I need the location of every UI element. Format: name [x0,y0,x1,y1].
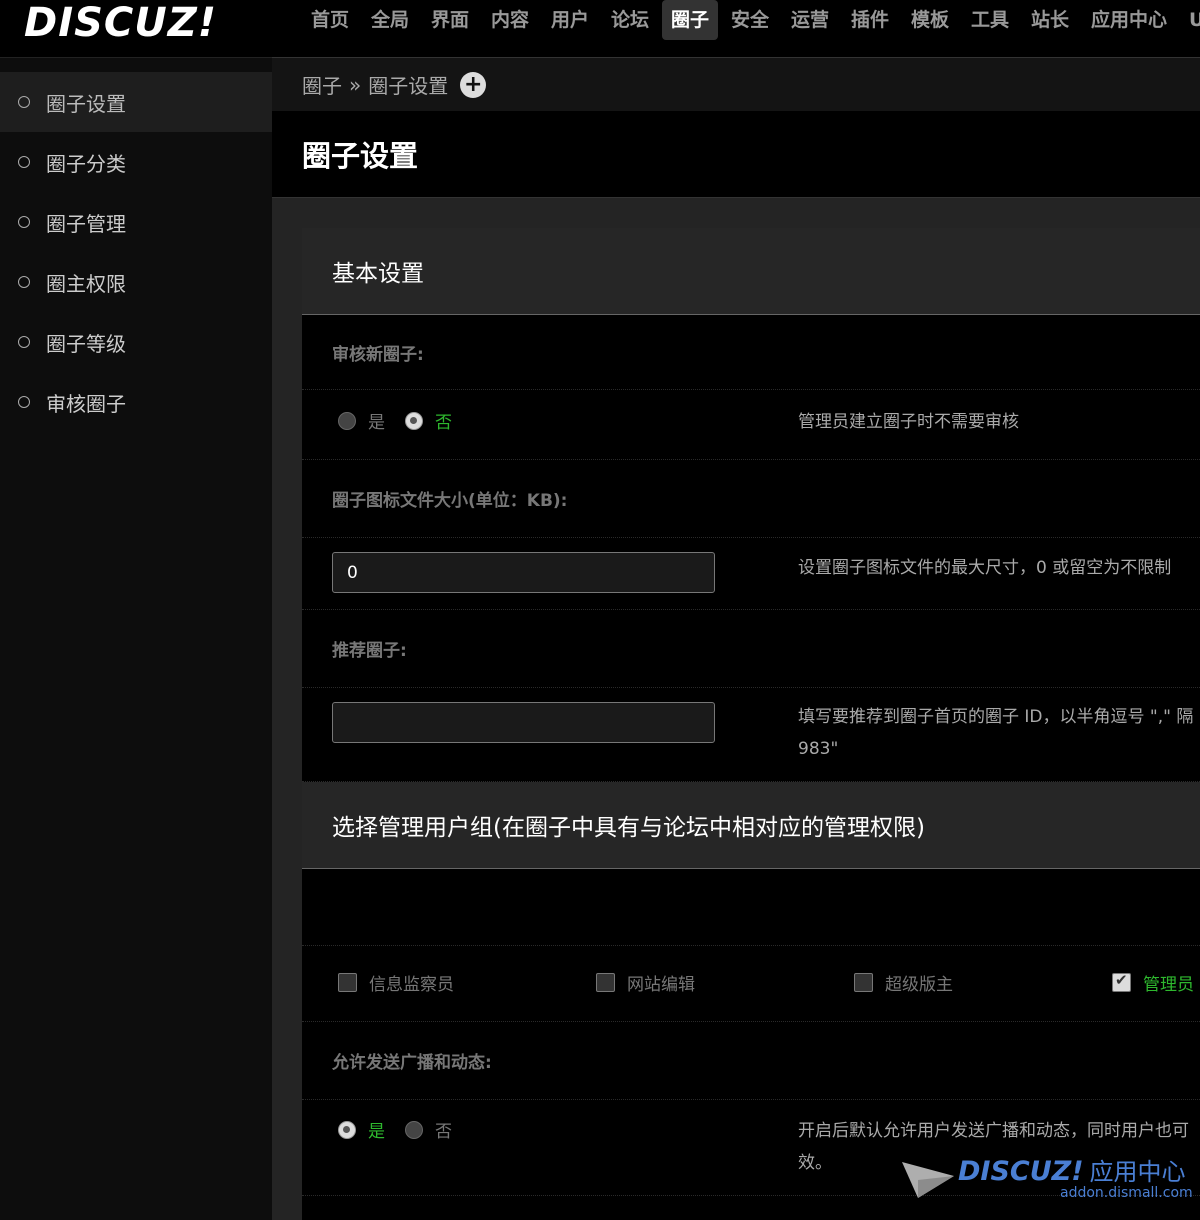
sidebar-item-label: 圈子等级 [46,331,126,356]
breadcrumb-current: 圈子设置 [368,74,449,98]
broadcast-desc-line2: 效。 [798,1153,832,1173]
recommend-desc-line2: 983" [798,739,839,759]
nav-content[interactable]: 内容 [482,0,538,40]
admin-group-option[interactable]: 管理员 [1112,970,1194,995]
sidebar-item-owner-permissions[interactable]: 圈主权限 [0,252,272,312]
sidebar-item-review-groups[interactable]: 审核圈子 [0,372,272,432]
icon-size-label: 圈子图标文件大小(单位：KB): [302,460,1200,538]
admin-group-option[interactable]: 网站编辑 [596,970,695,995]
review-new-row: 是 否 管理员建立圈子时不需要审核 [302,390,1200,460]
circle-icon [18,276,30,288]
checkbox-label[interactable]: 管理员 [1143,970,1194,995]
paper-plane-icon [902,1162,954,1198]
nav-global[interactable]: 全局 [362,0,418,40]
sidebar-item-label: 圈子设置 [46,91,126,116]
review-new-yes-label[interactable]: 是 [368,408,385,433]
checkbox-label[interactable]: 网站编辑 [627,970,695,995]
nav-tools[interactable]: 工具 [962,0,1018,40]
review-new-no-radio[interactable] [405,411,423,430]
settings-panel: 基本设置 审核新圈子: 是 否 管理员建立圈子时不需要审核 圈子图标文件大小(单… [302,228,1200,1220]
icon-size-input[interactable] [332,552,715,593]
broadcast-label: 允许发送广播和动态: [302,1022,1200,1100]
broadcast-no-radio[interactable] [405,1120,423,1139]
recommend-row: 填写要推荐到圈子首页的圈子 ID，以半角逗号 "," 隔 983" [302,688,1200,782]
checkbox-label[interactable]: 超级版主 [885,970,953,995]
recommend-label: 推荐圈子: [302,610,1200,688]
circle-icon [18,156,30,168]
nav-interface[interactable]: 界面 [422,0,478,40]
sidebar-item-label: 审核圈子 [46,391,126,416]
recommend-desc-line1: 填写要推荐到圈子首页的圈子 ID，以半角逗号 "," 隔 [798,707,1194,727]
nav-ucenter[interactable]: U [1180,0,1200,40]
section-admin-groups: 选择管理用户组(在圈子中具有与论坛中相对应的管理权限) [302,782,1200,869]
sidebar-item-label: 圈子分类 [46,151,126,176]
review-new-desc: 管理员建立圈子时不需要审核 [798,412,1019,432]
checkbox-label[interactable]: 信息监察员 [369,970,454,995]
watermark-url: addon.dismall.com [1060,1185,1193,1201]
broadcast-yes-radio[interactable] [338,1120,356,1139]
nav-app-center[interactable]: 应用中心 [1082,0,1176,40]
nav-home[interactable]: 首页 [302,0,358,40]
nav-webmaster[interactable]: 站长 [1022,0,1078,40]
logo-area: DISCUZ! [0,0,272,58]
broadcast-no-label[interactable]: 否 [435,1117,452,1142]
sidebar-item-label: 圈子管理 [46,211,126,236]
broadcast-radio-group: 是 否 [338,1117,472,1142]
checkbox[interactable] [854,973,873,992]
admin-group-option[interactable]: 信息监察员 [338,970,454,995]
review-new-yes-radio[interactable] [338,411,356,430]
plus-icon[interactable]: + [460,71,487,98]
nav-security[interactable]: 安全 [722,0,778,40]
checkbox-checked[interactable] [1112,971,1131,992]
nav-users[interactable]: 用户 [542,0,598,40]
sidebar-item-label: 圈主权限 [46,271,126,296]
icon-size-row: 设置圈子图标文件的最大尺寸，0 或留空为不限制 [302,538,1200,610]
nav-forum[interactable]: 论坛 [602,0,658,40]
discuz-logo[interactable]: DISCUZ! [24,0,217,46]
main-content: 基本设置 审核新圈子: 是 否 管理员建立圈子时不需要审核 圈子图标文件大小(单… [272,198,1200,1220]
broadcast-yes-label[interactable]: 是 [368,1117,385,1142]
sidebar-item-group-settings[interactable]: 圈子设置 [0,72,272,132]
sidebar-item-group-management[interactable]: 圈子管理 [0,192,272,252]
circle-icon [18,216,30,228]
breadcrumb-separator: » [349,72,362,97]
icon-size-desc: 设置圈子图标文件的最大尺寸，0 或留空为不限制 [798,558,1172,578]
nav-plugins[interactable]: 插件 [842,0,898,40]
top-nav: 首页 全局 界面 内容 用户 论坛 圈子 安全 运营 插件 模板 工具 站长 应… [272,0,1200,58]
section-basic-settings: 基本设置 [302,228,1200,315]
recommend-input[interactable] [332,702,715,743]
review-new-label: 审核新圈子: [302,316,1200,390]
breadcrumb-parent[interactable]: 圈子 [302,70,342,99]
page-title: 圈子设置 [302,139,419,173]
admin-group-option[interactable]: 超级版主 [854,970,953,995]
nav-operations[interactable]: 运营 [782,0,838,40]
checkbox[interactable] [596,973,615,992]
circle-icon [18,336,30,348]
sidebar-item-group-levels[interactable]: 圈子等级 [0,312,272,372]
circle-icon [18,96,30,108]
review-new-radio-group: 是 否 [338,408,472,433]
sidebar-item-group-categories[interactable]: 圈子分类 [0,132,272,192]
nav-group[interactable]: 圈子 [662,0,719,40]
admin-groups-spacer [302,870,1200,946]
sidebar-menu: 圈子设置 圈子分类 圈子管理 圈主权限 圈子等级 审核圈子 [0,72,272,432]
circle-icon [18,396,30,408]
breadcrumb: 圈子 » 圈子设置 + [272,58,1200,111]
watermark-brand: DISCUZ! 应用中心 [958,1156,1186,1187]
title-bar: 圈子设置 [272,111,1200,198]
admin-groups-row: 信息监察员 网站编辑 超级版主 管理员 [302,946,1200,1022]
broadcast-desc-line1: 开启后默认允许用户发送广播和动态，同时用户也可 [798,1121,1189,1141]
checkbox[interactable] [338,973,357,992]
watermark: DISCUZ! 应用中心 addon.dismall.com [900,1152,1200,1220]
review-new-no-label[interactable]: 否 [435,408,452,433]
nav-templates[interactable]: 模板 [902,0,958,40]
sidebar: DISCUZ! 圈子设置 圈子分类 圈子管理 圈主权限 圈子等级 审核圈子 [0,0,272,1220]
